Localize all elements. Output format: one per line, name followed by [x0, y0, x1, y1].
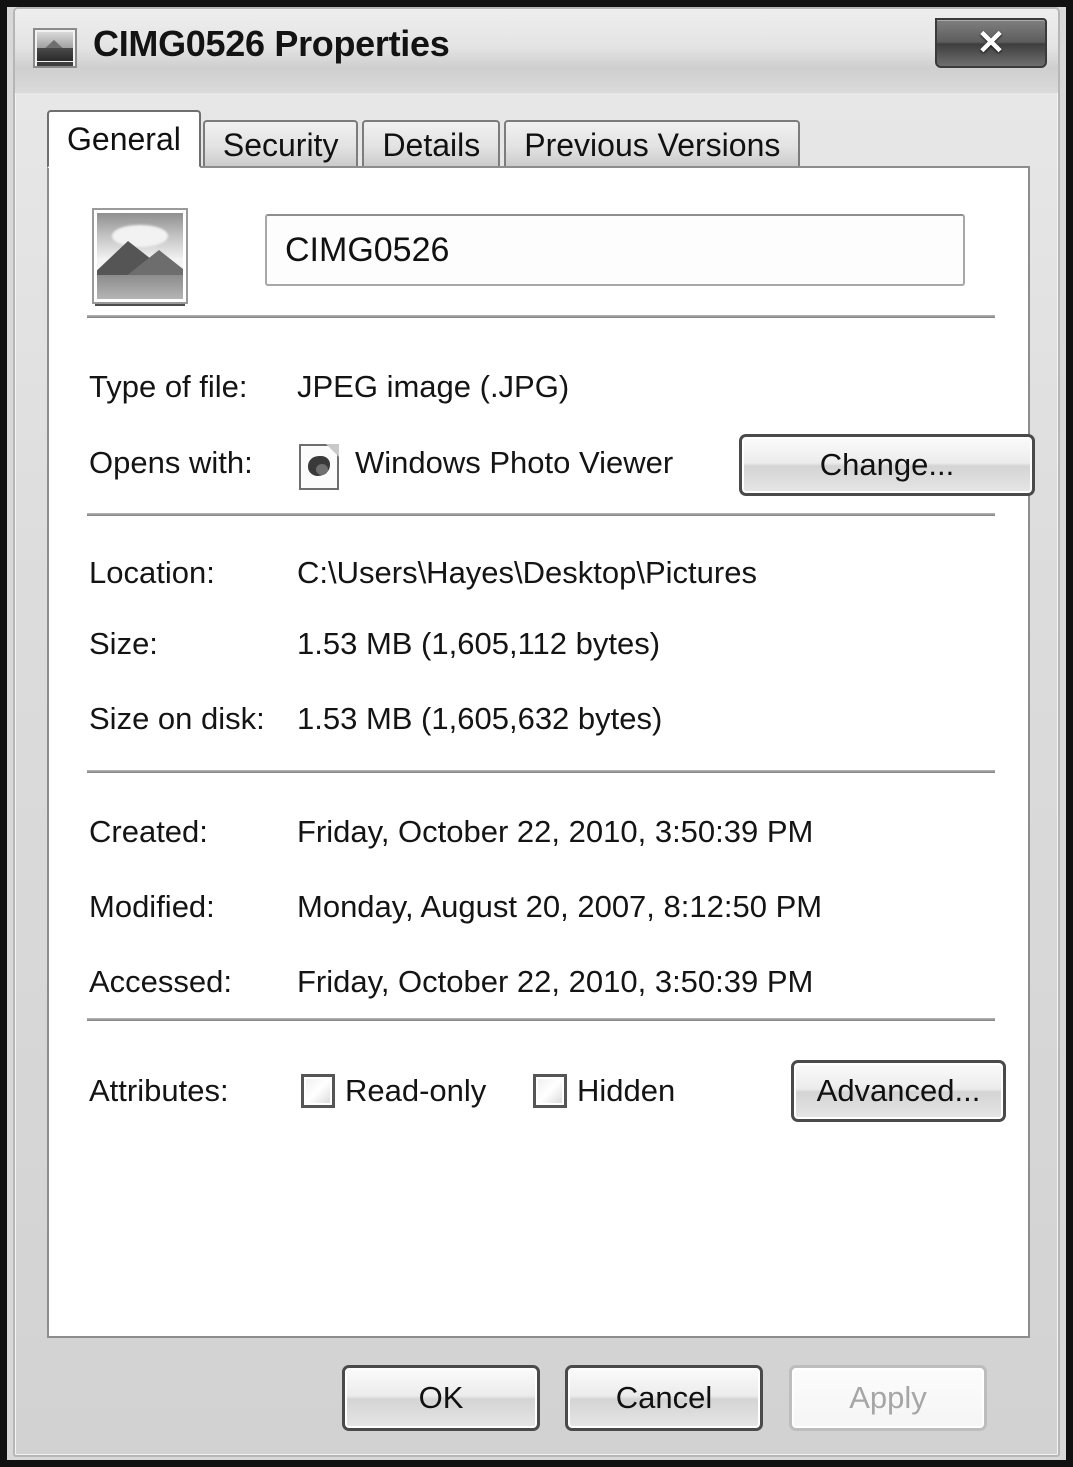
- size-label: Size:: [89, 626, 158, 661]
- tab-details[interactable]: Details: [362, 120, 501, 168]
- advanced-button[interactable]: Advanced...: [791, 1060, 1006, 1122]
- thumb-mountain-right: [125, 249, 183, 277]
- screenshot-frame: CIMG0526 Properties ✕ General Security D…: [0, 0, 1073, 1467]
- modified-row: Modified: Monday, August 20, 2007, 8:12:…: [49, 884, 1028, 930]
- close-icon: ✕: [976, 24, 1006, 62]
- opens-with-value: Windows Photo Viewer: [355, 445, 674, 480]
- close-button[interactable]: ✕: [935, 18, 1047, 68]
- attributes-row: Attributes: Read-only Hidden Advanced...: [49, 1060, 1028, 1122]
- tab-general[interactable]: General: [47, 110, 201, 168]
- opens-with-row: Opens with: Windows Photo Viewer Change.…: [49, 434, 1035, 496]
- general-tab-panel: CIMG0526 Type of file: JPEG image (.JPG)…: [47, 166, 1035, 1338]
- apply-button: Apply: [789, 1365, 987, 1431]
- filename-input[interactable]: CIMG0526: [265, 214, 965, 286]
- icon-base: [37, 62, 73, 66]
- ok-button[interactable]: OK: [342, 1365, 540, 1431]
- type-of-file-label: Type of file:: [89, 369, 248, 404]
- filename-row: CIMG0526: [49, 168, 1028, 308]
- location-row: Location: C:\Users\Hayes\Desktop\Picture…: [49, 550, 1028, 596]
- modified-value: Monday, August 20, 2007, 8:12:50 PM: [297, 889, 823, 924]
- hidden-checkbox[interactable]: [533, 1074, 567, 1108]
- size-on-disk-label: Size on disk:: [89, 701, 265, 736]
- created-value: Friday, October 22, 2010, 3:50:39 PM: [297, 814, 814, 849]
- created-label: Created:: [89, 814, 208, 849]
- dialog-footer: OK Cancel Apply: [15, 1343, 1058, 1455]
- tab-security[interactable]: Security: [202, 120, 359, 168]
- accessed-label: Accessed:: [89, 964, 233, 999]
- image-file-icon: [33, 28, 77, 68]
- tab-previous-versions[interactable]: Previous Versions: [504, 120, 801, 168]
- read-only-checkbox[interactable]: [301, 1074, 335, 1108]
- size-row: Size: 1.53 MB (1,605,112 bytes): [49, 621, 1028, 667]
- separator-2: [87, 513, 995, 516]
- windows-photo-viewer-icon: [299, 444, 339, 490]
- page-fold: [326, 444, 339, 457]
- opens-with-label: Opens with:: [89, 445, 253, 480]
- size-on-disk-value: 1.53 MB (1,605,632 bytes): [297, 701, 663, 736]
- hidden-label: Hidden: [577, 1073, 676, 1108]
- hidden-checkbox-wrap[interactable]: Hidden: [533, 1073, 675, 1109]
- icon-ground: [37, 48, 73, 61]
- size-on-disk-row: Size on disk: 1.53 MB (1,605,632 bytes): [49, 696, 1028, 742]
- accessed-value: Friday, October 22, 2010, 3:50:39 PM: [297, 964, 814, 999]
- change-button[interactable]: Change...: [739, 434, 1035, 496]
- window-titlebar: CIMG0526 Properties ✕: [15, 9, 1058, 93]
- read-only-checkbox-wrap[interactable]: Read-only: [301, 1073, 486, 1109]
- type-of-file-value: JPEG image (.JPG): [297, 369, 570, 404]
- size-value: 1.53 MB (1,605,112 bytes): [297, 626, 661, 661]
- modified-label: Modified:: [89, 889, 215, 924]
- separator-3: [87, 770, 995, 773]
- created-row: Created: Friday, October 22, 2010, 3:50:…: [49, 809, 1028, 855]
- tab-strip: General Security Details Previous Versio…: [47, 110, 804, 168]
- viewer-glyph-highlight: [316, 464, 328, 475]
- separator-1: [87, 315, 995, 318]
- separator-4: [87, 1018, 995, 1021]
- window-title: CIMG0526 Properties: [93, 23, 450, 64]
- accessed-row: Accessed: Friday, October 22, 2010, 3:50…: [49, 959, 1028, 1005]
- type-of-file-row: Type of file: JPEG image (.JPG): [49, 364, 1028, 410]
- location-value: C:\Users\Hayes\Desktop\Pictures: [297, 555, 757, 590]
- photo-thumbnail-icon: [94, 210, 186, 302]
- thumb-ground: [97, 274, 183, 299]
- properties-dialog-window: CIMG0526 Properties ✕ General Security D…: [13, 7, 1060, 1457]
- read-only-label: Read-only: [345, 1073, 487, 1108]
- attributes-label: Attributes:: [89, 1073, 229, 1108]
- location-label: Location:: [89, 555, 215, 590]
- cancel-button[interactable]: Cancel: [565, 1365, 763, 1431]
